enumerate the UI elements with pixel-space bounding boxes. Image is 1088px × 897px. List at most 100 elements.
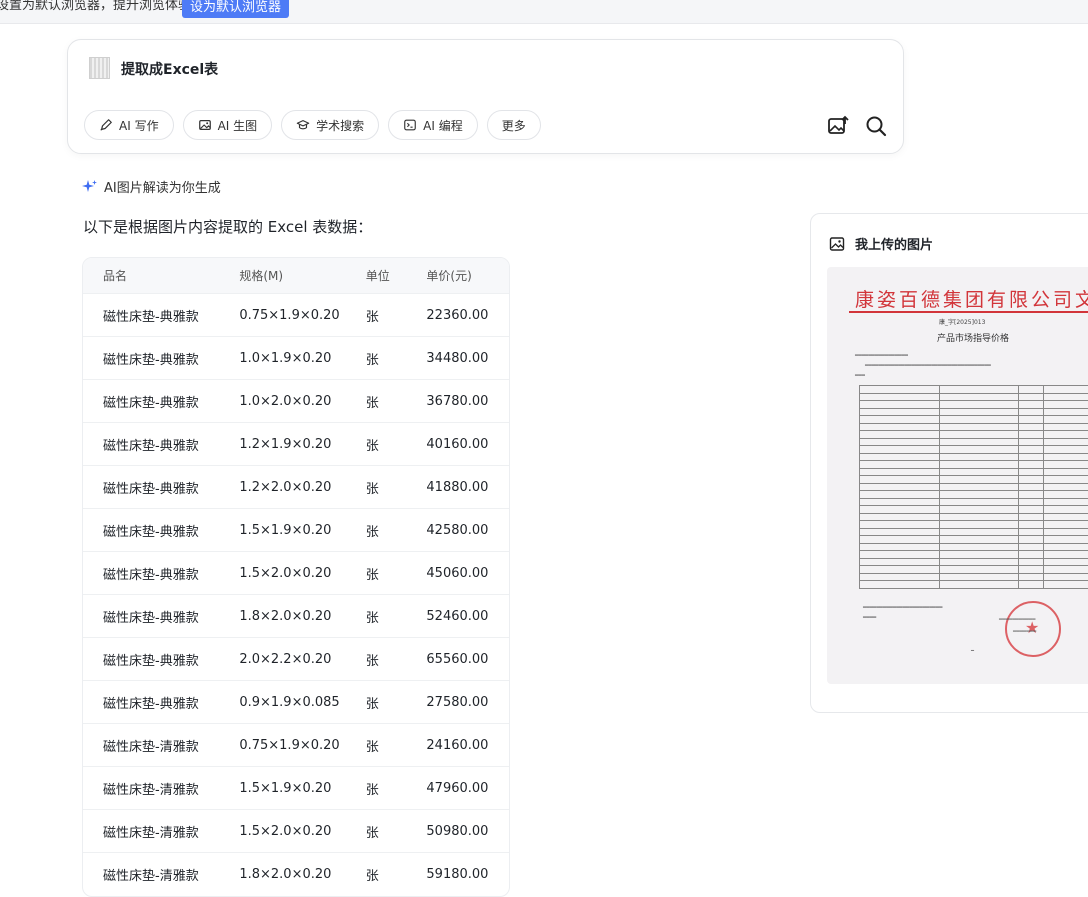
cell-product-name: 磁性床垫-典雅款 [83,564,239,583]
document-table-cell [1044,453,1088,461]
document-table-cell [1019,401,1044,409]
chip-label: AI 编程 [423,117,463,134]
cell-spec: 1.5×2.0×0.20 [239,566,365,581]
document-table-cell [1044,528,1088,536]
document-table-cell [860,386,940,394]
result-intro: 以下是根据图片内容提取的 Excel 表数据： [83,216,372,237]
document-table-cell [1019,483,1044,491]
cell-product-name: 磁性床垫-清雅款 [83,865,239,884]
document-table-cell [939,491,1019,499]
document-table-cell [939,461,1019,469]
document-table-cell [1019,498,1044,506]
cell-unit: 张 [366,736,427,755]
cell-spec: 1.5×1.9×0.20 [239,781,365,796]
document-table-cell [1044,446,1088,454]
attached-image-thumbnail[interactable] [89,57,110,79]
document-table-cell [860,573,940,581]
document-table-cell [1044,431,1088,439]
document-table-cell [1044,536,1088,544]
document-table-cell [1044,483,1088,491]
document-table-cell [1044,506,1088,514]
cell-unit-price: 36780.00 [426,394,509,409]
document-table-row [860,558,1088,566]
document-table-row [860,438,1088,446]
cell-unit: 张 [366,521,427,540]
document-table-cell [1044,386,1088,394]
cell-spec: 1.2×2.0×0.20 [239,480,365,495]
header-product-name: 品名 [83,267,239,284]
document-table-cell [1019,461,1044,469]
document-table-cell [860,566,940,574]
document-table-cell [939,468,1019,476]
uploaded-document-image[interactable]: 康姿百德集团有限公司文件 康_字[2025]013 产品市场指导价格 ━━━━━… [827,267,1088,684]
chip-ai-writing[interactable]: AI 写作 [84,110,174,140]
document-table-cell [1019,386,1044,394]
chip-label: AI 生图 [218,117,258,134]
search-button[interactable] [864,114,888,138]
document-table-cell [939,408,1019,416]
document-table-cell [1019,476,1044,484]
document-table-row [860,461,1088,469]
cell-spec: 0.9×1.9×0.085 [239,695,365,710]
document-table-row [860,536,1088,544]
search-card: 提取成Excel表 AI 写作 AI 生图 学术搜索 AI 编程 更多 [67,39,904,154]
document-table-cell [860,543,940,551]
document-table-row [860,476,1088,484]
document-table-row [860,468,1088,476]
cell-product-name: 磁性床垫-典雅款 [83,306,239,325]
image-upload-button[interactable] [826,114,850,138]
cell-unit: 张 [366,650,427,669]
document-table-cell [939,431,1019,439]
document-table-cell [1019,416,1044,424]
cell-spec: 0.75×1.9×0.20 [239,308,365,323]
document-table-cell [1044,393,1088,401]
document-table-cell [860,408,940,416]
document-table-row [860,506,1088,514]
document-table-cell [860,551,940,559]
tool-chips: AI 写作 AI 生图 学术搜索 AI 编程 更多 [84,110,541,140]
document-table-cell [860,431,940,439]
document-table-cell [860,506,940,514]
document-table-cell [1044,498,1088,506]
cell-unit: 张 [366,693,427,712]
cell-product-name: 磁性床垫-典雅款 [83,349,239,368]
cell-unit-price: 65560.00 [426,652,509,667]
document-table-cell [1044,573,1088,581]
cell-spec: 1.8×2.0×0.20 [239,609,365,624]
document-table-row [860,446,1088,454]
document-table-cell [1019,521,1044,529]
document-table-cell [939,573,1019,581]
document-table-row [860,401,1088,409]
document-table-cell [1044,543,1088,551]
document-table-cell [1019,506,1044,514]
document-table-cell [1044,558,1088,566]
document-number: 康_字[2025]013 [939,317,985,326]
document-table-cell [860,438,940,446]
document-table-cell [1019,551,1044,559]
document-table-cell [1044,468,1088,476]
search-query[interactable]: 提取成Excel表 [121,59,218,79]
table-row: 磁性床垫-清雅款1.5×2.0×0.20张50980.00 [83,809,509,852]
header-unit-price: 单价(元) [426,267,509,284]
cell-spec: 1.0×2.0×0.20 [239,394,365,409]
chip-academic-search[interactable]: 学术搜索 [281,110,379,140]
chip-label: AI 写作 [119,117,159,134]
cell-unit: 张 [366,349,427,368]
cell-unit: 张 [366,564,427,583]
document-table-cell [939,438,1019,446]
document-text-line: ━━━━━━━━━━━━━━━━━━━━━━━━ [863,605,942,611]
chip-ai-coding[interactable]: AI 编程 [388,110,478,140]
document-table-cell [860,558,940,566]
cell-unit-price: 52460.00 [426,609,509,624]
notice-text: 设置为默认浏览器，提升浏览体验 [0,0,191,12]
document-table-row [860,453,1088,461]
chip-ai-image[interactable]: AI 生图 [183,110,273,140]
chip-more[interactable]: 更多 [487,110,541,140]
document-text-line: ━━━━━━━━━━━ [999,617,1035,623]
set-default-browser-button[interactable]: 设为默认浏览器 [182,0,289,18]
cell-unit-price: 34480.00 [426,351,509,366]
document-table-cell [860,483,940,491]
document-table-cell [1019,431,1044,439]
document-table-row [860,513,1088,521]
document-table-cell [939,416,1019,424]
